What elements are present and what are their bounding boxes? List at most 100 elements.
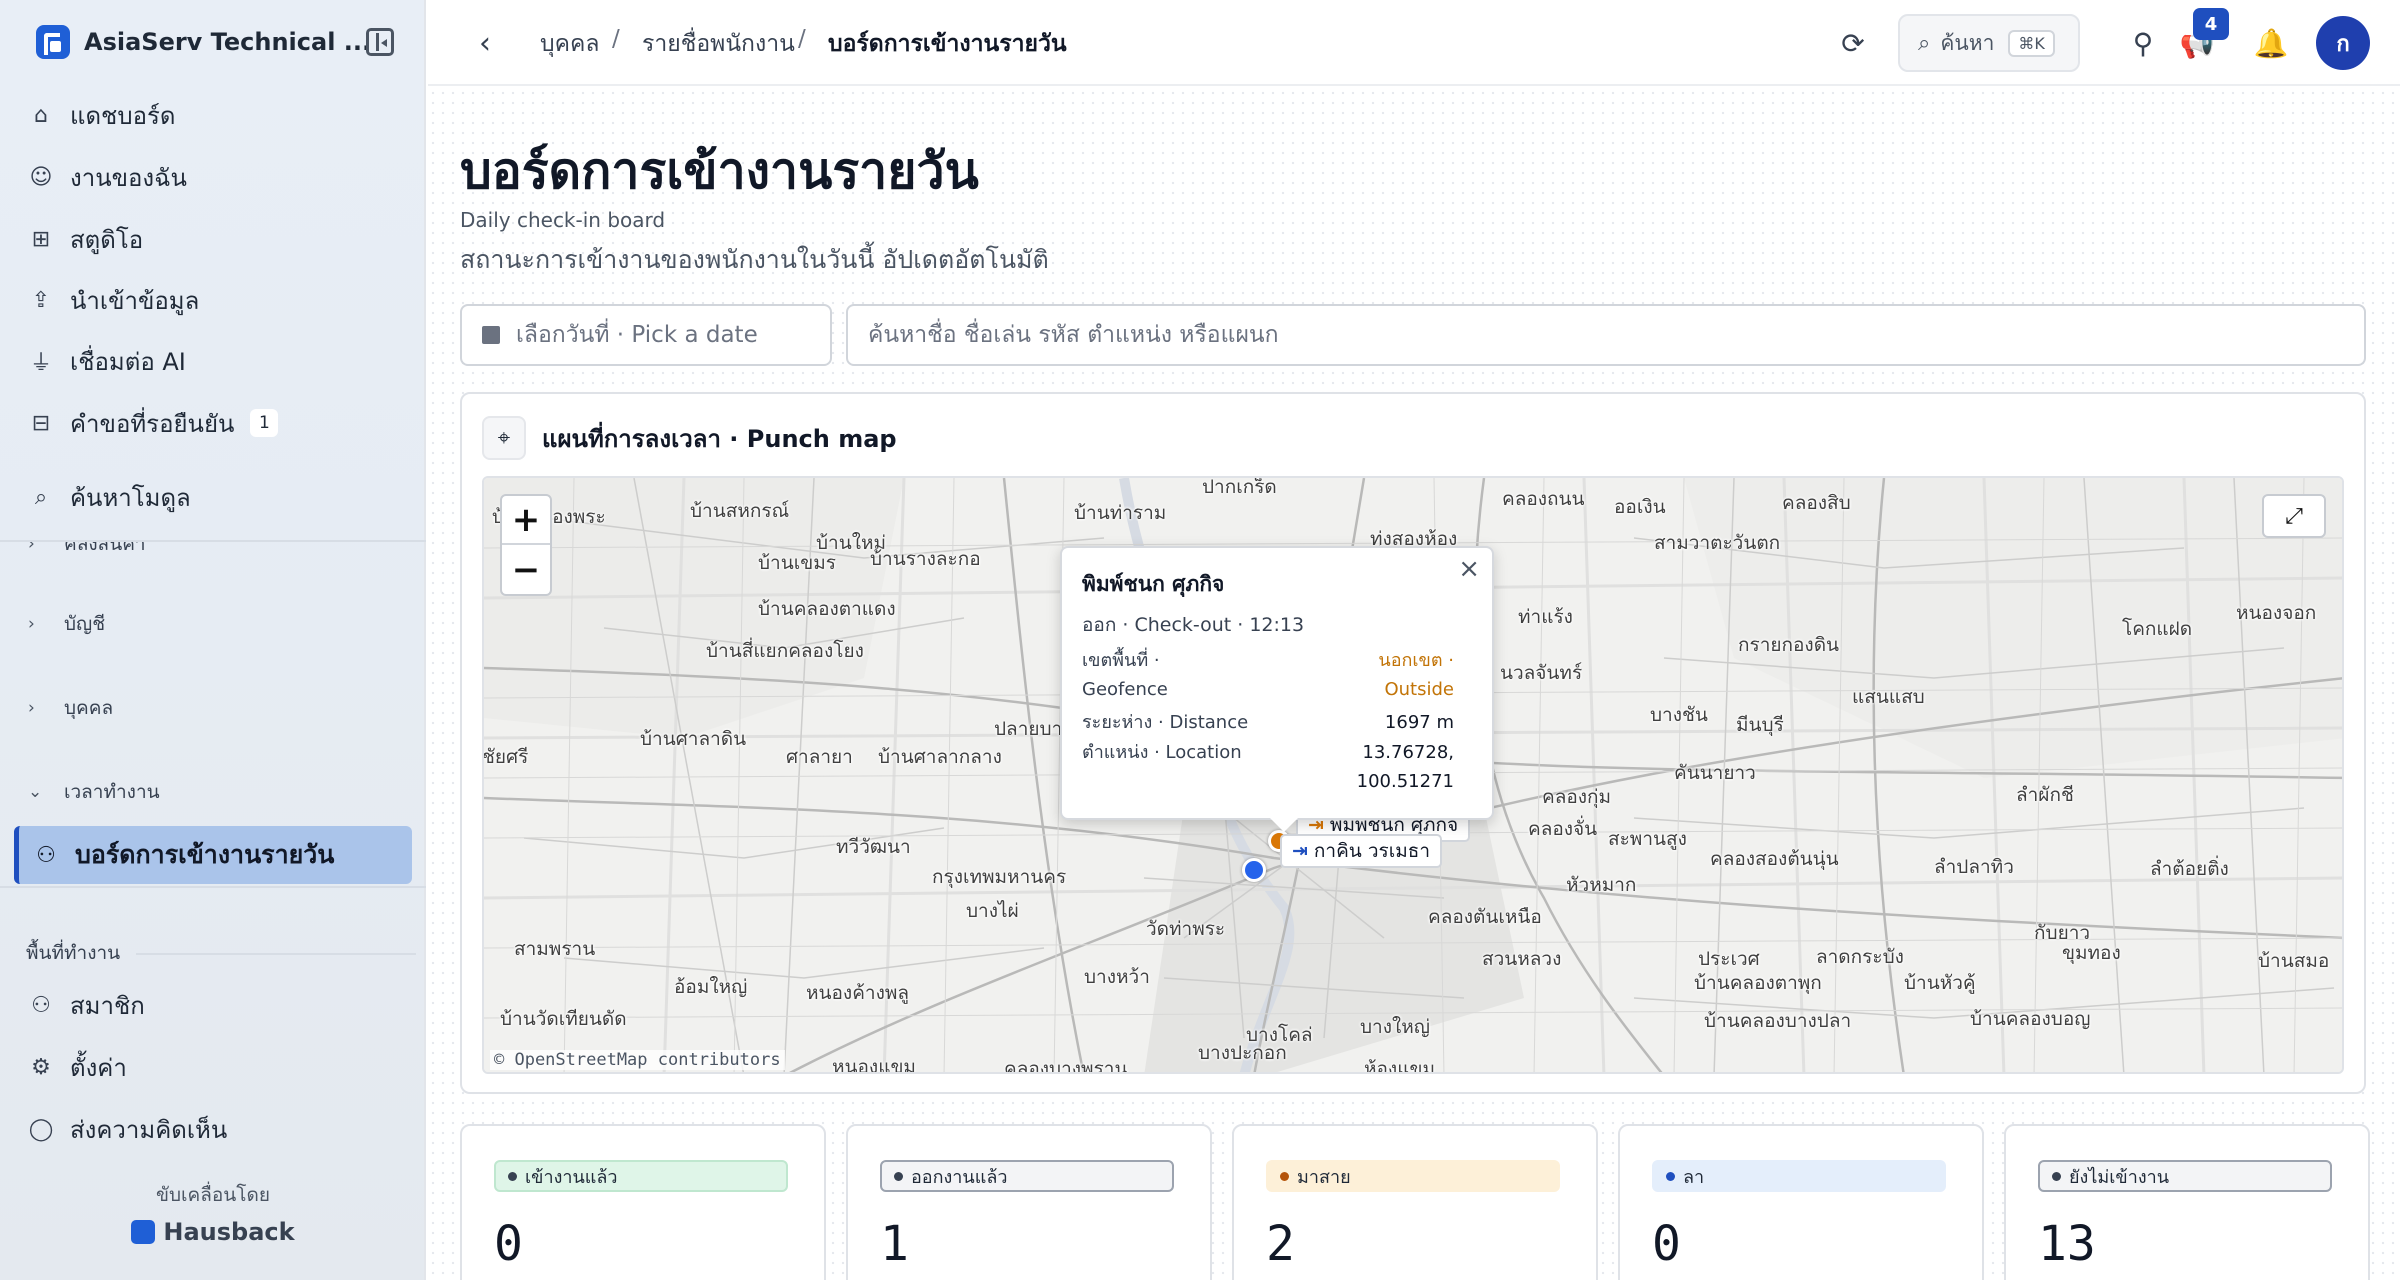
popup-employee-name: พิมพ์ชนก ศุภกิจ bbox=[1082, 572, 1225, 596]
map-label: ทวีวัฒนา bbox=[836, 836, 911, 858]
section-label: บัญชี bbox=[64, 613, 106, 635]
map-label: ลำปลาทิว bbox=[1934, 856, 2014, 878]
user-avatar[interactable]: ก bbox=[2316, 16, 2370, 70]
stat-card-not-checked-in[interactable]: ยังไม่เข้างาน 13 bbox=[2004, 1124, 2370, 1280]
section-people[interactable]: › บุคคล bbox=[28, 688, 113, 728]
map-label: วัดท่าพระ bbox=[1146, 918, 1226, 940]
map-label: บ้านคลองตาแดง bbox=[758, 598, 896, 620]
nav-item-pending-requests[interactable]: ⊟ คำขอที่รอยืนยัน 1 bbox=[28, 398, 412, 448]
module-search[interactable]: ⌕ ค้นหาโมดูล bbox=[28, 472, 412, 522]
employee-search-input[interactable] bbox=[846, 304, 2366, 366]
map-label: บ้านสี่แยกคลองโยง bbox=[706, 640, 864, 662]
map-label: บ้านสหกรณ์ bbox=[690, 500, 790, 522]
nav-item-import-data[interactable]: ⇪ นำเข้าข้อมูล bbox=[28, 275, 412, 325]
powered-by-brand[interactable]: Hausback bbox=[0, 1218, 426, 1246]
chat-icon: ◯ bbox=[28, 1116, 54, 1142]
map-label: บ้านศาลาดิน bbox=[640, 728, 747, 750]
map-label: ชัยศรี bbox=[482, 746, 529, 768]
map-label: ลำต้อยติ่ง bbox=[2150, 858, 2229, 880]
map-label: ห้องแขม bbox=[1364, 1058, 1435, 1074]
fullscreen-icon[interactable]: ⤢ bbox=[2262, 494, 2326, 538]
bell-icon[interactable]: 🔔 bbox=[2252, 24, 2290, 62]
stat-card-checked-in[interactable]: เข้างานแล้ว 0 bbox=[460, 1124, 826, 1280]
nav-item-connect-ai[interactable]: ⏚ เชื่อมต่อ AI bbox=[28, 336, 412, 386]
stat-value: 13 bbox=[2038, 1216, 2096, 1272]
punch-map-header: ⌖ แผนที่การลงเวลา · Punch map bbox=[482, 416, 897, 460]
breadcrumb-employee-list[interactable]: รายชื่อพนักงาน bbox=[642, 26, 795, 62]
zoom-out-button[interactable]: − bbox=[502, 545, 550, 594]
back-chevron-icon[interactable]: ‹ bbox=[468, 26, 502, 61]
map-label: ศาลายา bbox=[786, 746, 853, 768]
marker-label-checkin[interactable]: ⇥ กาคิน วรเมธา bbox=[1280, 834, 1442, 868]
stat-label: ออกงานแล้ว bbox=[911, 1166, 1008, 1188]
nav-item-daily-checkin-board[interactable]: ⚇ บอร์ดการเข้างานรายวัน bbox=[14, 826, 412, 884]
status-dot-icon bbox=[2052, 1171, 2061, 1181]
date-placeholder: เลือกวันที่ · Pick a date bbox=[516, 322, 758, 348]
nav-label: สตูดิโอ bbox=[70, 225, 144, 254]
nav-item-dashboard[interactable]: ⌂ แดชบอร์ด bbox=[28, 90, 412, 140]
map-label: ปากเกร็ด bbox=[1202, 476, 1277, 498]
pin-icon[interactable]: ⚲ bbox=[2124, 24, 2162, 62]
powered-brand-name: Hausback bbox=[163, 1218, 295, 1246]
home-icon: ⌂ bbox=[34, 102, 48, 128]
map-label: คลองบางพราน bbox=[1004, 1058, 1128, 1074]
sidebar-divider bbox=[0, 540, 426, 542]
stat-badge: เข้างานแล้ว bbox=[494, 1160, 788, 1192]
stat-value: 0 bbox=[1652, 1216, 1681, 1272]
nav-label: สมาชิก bbox=[70, 991, 145, 1020]
chevron-right-icon: › bbox=[28, 698, 35, 718]
nav-item-studio[interactable]: ⊞ สตูดิโอ bbox=[28, 214, 412, 264]
section-work-time[interactable]: ⌄ เวลาทำงาน bbox=[28, 772, 160, 812]
pending-count-badge: 1 bbox=[250, 409, 279, 437]
search-icon: ⌕ bbox=[1918, 30, 1931, 56]
nav-item-settings[interactable]: ⚙ ตั้งค่า bbox=[28, 1042, 412, 1092]
status-dot-icon bbox=[1280, 1171, 1289, 1181]
map-label: ลำผักชี bbox=[2016, 784, 2074, 806]
stat-value: 1 bbox=[880, 1216, 909, 1272]
section-warehouse[interactable]: › คลังสินค้า bbox=[28, 542, 146, 564]
punch-map[interactable]: บ้านคลองพระ บ้านสหกรณ์ ปากเกร็ด คลองถนน … bbox=[482, 476, 2344, 1074]
chevron-down-icon: ⌄ bbox=[28, 782, 43, 802]
nav-item-members[interactable]: ⚇ สมาชิก bbox=[28, 980, 412, 1030]
status-dot-icon bbox=[508, 1171, 517, 1181]
zoom-in-button[interactable]: + bbox=[502, 496, 550, 545]
stat-badge: ลา bbox=[1652, 1160, 1946, 1192]
marker-popup: × พิมพ์ชนก ศุภกิจ ออก · Check-out · 12:1… bbox=[1060, 546, 1494, 832]
map-label: บ้านสมอ bbox=[2258, 950, 2330, 972]
popup-key: เขตพื้นที่ · Geofence bbox=[1082, 650, 1168, 700]
stat-card-leave[interactable]: ลา 0 bbox=[1618, 1124, 1984, 1280]
global-search-button[interactable]: ⌕ ค้นหา ⌘K bbox=[1898, 14, 2080, 72]
nav-item-my-tasks[interactable]: ☺ งานของฉัน bbox=[28, 152, 412, 202]
app-name: AsiaServ Technical ... bbox=[84, 28, 372, 56]
plug-icon: ⏚ bbox=[29, 351, 52, 376]
calendar-icon bbox=[482, 326, 500, 344]
main-content: บอร์ดการเข้างานรายวัน Daily check-in boa… bbox=[428, 88, 2400, 1280]
search-icon: ⌕ bbox=[34, 484, 48, 510]
chevron-right-icon: › bbox=[28, 614, 35, 634]
nav-item-feedback[interactable]: ◯ ส่งความคิดเห็น bbox=[28, 1104, 412, 1154]
breadcrumb-separator: / bbox=[612, 26, 620, 52]
refresh-icon[interactable]: ⟳ bbox=[1834, 24, 1872, 62]
module-search-label: ค้นหาโมดูล bbox=[70, 483, 191, 512]
user-circle-icon: ☺ bbox=[29, 164, 53, 190]
sidebar-divider bbox=[0, 886, 426, 888]
map-label: บ้านหัวคู้ bbox=[1904, 972, 1976, 994]
stat-card-late[interactable]: มาสาย 2 bbox=[1232, 1124, 1598, 1280]
breadcrumb-people[interactable]: บุคคล bbox=[540, 26, 599, 62]
close-icon[interactable]: × bbox=[1458, 554, 1480, 584]
section-accounting[interactable]: › บัญชี bbox=[28, 604, 105, 644]
stat-label: เข้างานแล้ว bbox=[525, 1166, 618, 1188]
map-label: คลองสิบ bbox=[1782, 492, 1851, 514]
stat-card-checked-out[interactable]: ออกงานแล้ว 1 bbox=[846, 1124, 1212, 1280]
checkin-marker[interactable] bbox=[1242, 858, 1266, 882]
punch-map-title: แผนที่การลงเวลา · Punch map bbox=[542, 424, 897, 453]
users-icon: ⚇ bbox=[36, 842, 56, 868]
map-label: บ้านคลองบอญ bbox=[1970, 1008, 2091, 1030]
date-picker[interactable]: เลือกวันที่ · Pick a date bbox=[460, 304, 832, 366]
sidebar-collapse-icon[interactable] bbox=[366, 28, 394, 56]
map-label: บ้านท่าราม bbox=[1074, 502, 1167, 524]
brand[interactable]: AsiaServ Technical ... bbox=[36, 22, 371, 62]
map-label: บางหว้า bbox=[1084, 966, 1150, 988]
map-label: บางไผ่ bbox=[966, 900, 1019, 922]
popup-value-geofence: นอกเขต · Outside bbox=[1378, 650, 1454, 700]
